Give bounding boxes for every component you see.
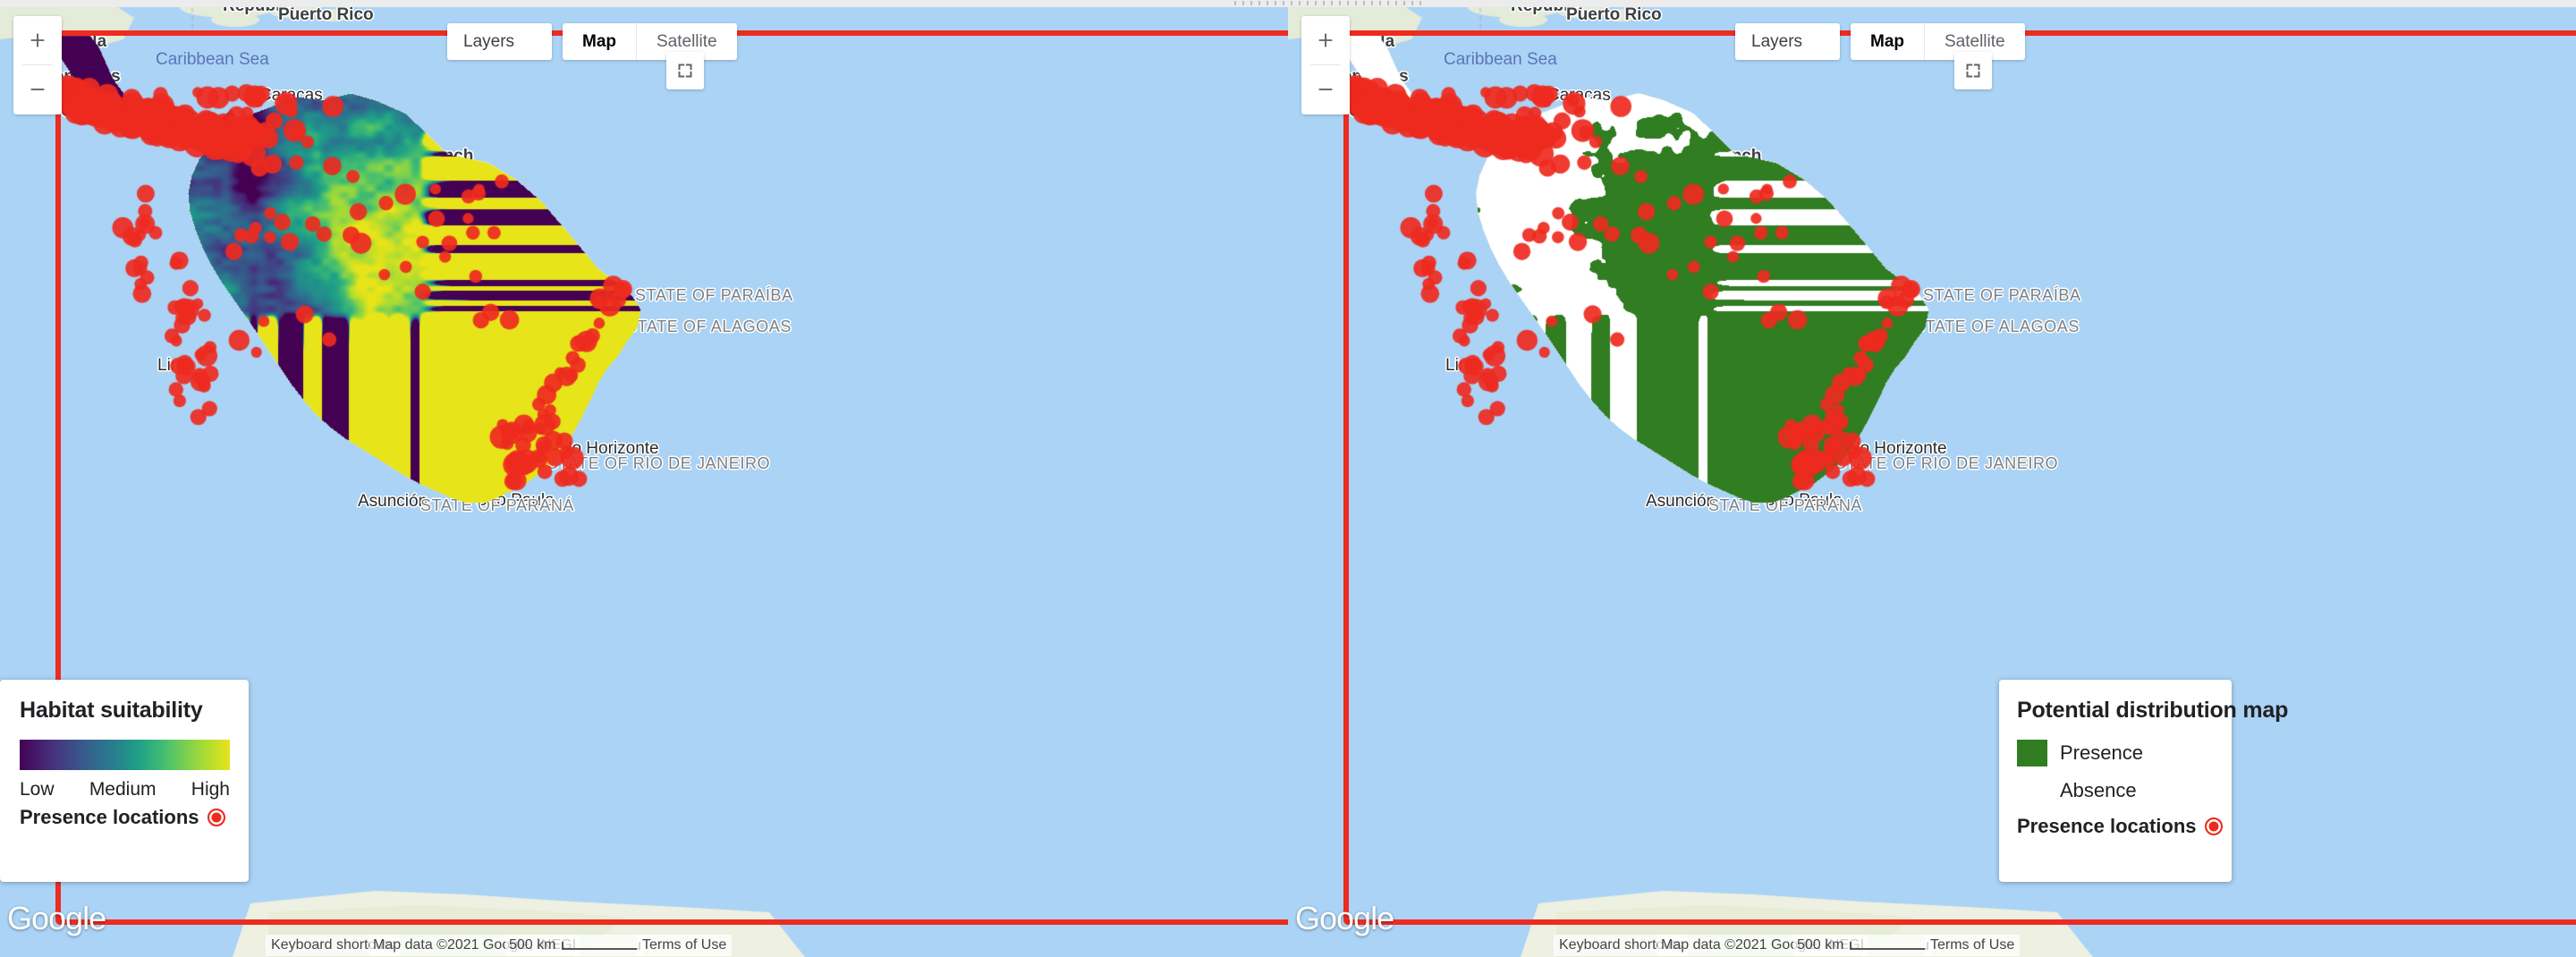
plus-icon xyxy=(1318,33,1333,47)
fullscreen-button[interactable] xyxy=(666,52,704,89)
presence-locations-label: Presence locations xyxy=(20,806,199,828)
gradient-label-high: High xyxy=(191,779,230,800)
fullscreen-button[interactable] xyxy=(1954,52,1992,89)
map-panel-habitat-suitability[interactable]: Caribbean Sea Republic Puerto Rico Carac… xyxy=(0,0,1288,957)
gradient-label-low: Low xyxy=(20,779,55,800)
google-watermark: Google xyxy=(7,900,106,936)
zoom-control[interactable] xyxy=(13,16,62,114)
potential-distribution-raster xyxy=(1288,0,2576,957)
presence-point-icon xyxy=(2204,817,2223,835)
minus-icon xyxy=(1318,89,1333,90)
map-type-map[interactable]: Map xyxy=(563,23,636,60)
scale-bar-line xyxy=(1850,941,1929,950)
map-panel-potential-distribution[interactable]: Caribbean Sea Republic Puerto Rico Carac… xyxy=(1288,0,2576,957)
layers-button-label: Layers xyxy=(1751,31,1803,51)
window-top-strip xyxy=(0,0,2576,7)
gradient-label-medium: Medium xyxy=(89,779,157,800)
map-type-control[interactable]: Map Satellite xyxy=(1851,23,2025,60)
presence-locations-label: Presence locations xyxy=(2017,815,2197,837)
legend-title: Potential distribution map xyxy=(2017,698,2289,723)
presence-point-icon xyxy=(207,809,225,826)
zoom-control[interactable] xyxy=(1301,16,1350,114)
plus-icon xyxy=(30,33,45,47)
fullscreen-icon xyxy=(678,64,692,78)
map-type-map[interactable]: Map xyxy=(1851,23,1924,60)
zoom-in-button[interactable] xyxy=(13,16,62,64)
scale-bar: 500 km xyxy=(1793,935,1933,956)
absence-label: Absence xyxy=(2060,779,2137,801)
absence-swatch xyxy=(2017,777,2047,804)
presence-label: Presence xyxy=(2060,741,2143,764)
dual-map-viewer: Caribbean Sea Republic Puerto Rico Carac… xyxy=(0,0,2576,957)
map-type-control[interactable]: Map Satellite xyxy=(563,23,737,60)
google-watermark: Google xyxy=(1295,900,1394,936)
layers-button-label: Layers xyxy=(463,31,515,51)
suitability-gradient-bar xyxy=(20,740,230,770)
layers-button[interactable]: Layers xyxy=(447,23,552,60)
presence-swatch xyxy=(2017,740,2047,766)
presence-locations-row: Presence locations xyxy=(2017,815,2232,838)
legend-row-presence: Presence xyxy=(2017,740,2232,766)
legend-title: Habitat suitability xyxy=(20,698,203,723)
scale-bar-line xyxy=(562,941,641,950)
scale-bar-label: 500 km xyxy=(1797,937,1844,953)
scale-bar-label: 500 km xyxy=(509,937,556,953)
zoom-in-button[interactable] xyxy=(1301,16,1350,64)
attribution-bar: Keyboard shortcuts Map data ©2021 Google… xyxy=(1288,934,2576,957)
zoom-out-button[interactable] xyxy=(13,65,62,114)
minus-icon xyxy=(30,89,45,90)
attribution-bar: Keyboard shortcuts Map data ©2021 Google… xyxy=(0,934,1288,957)
layers-button[interactable]: Layers xyxy=(1735,23,1840,60)
scale-bar: 500 km xyxy=(505,935,645,956)
legend-habitat-suitability: Habitat suitability Low Medium High Pres… xyxy=(0,680,249,882)
presence-locations-row: Presence locations xyxy=(20,806,249,829)
terms-of-use-link[interactable]: Terms of Use xyxy=(1925,935,2021,956)
zoom-out-button[interactable] xyxy=(1301,65,1350,114)
fullscreen-icon xyxy=(1966,64,1980,78)
terms-of-use-link[interactable]: Terms of Use xyxy=(637,935,733,956)
legend-potential-distribution: Potential distribution map Presence Abse… xyxy=(1999,680,2289,882)
gradient-tick-labels: Low Medium High xyxy=(20,779,230,800)
legend-row-absence: Absence xyxy=(2017,777,2232,804)
